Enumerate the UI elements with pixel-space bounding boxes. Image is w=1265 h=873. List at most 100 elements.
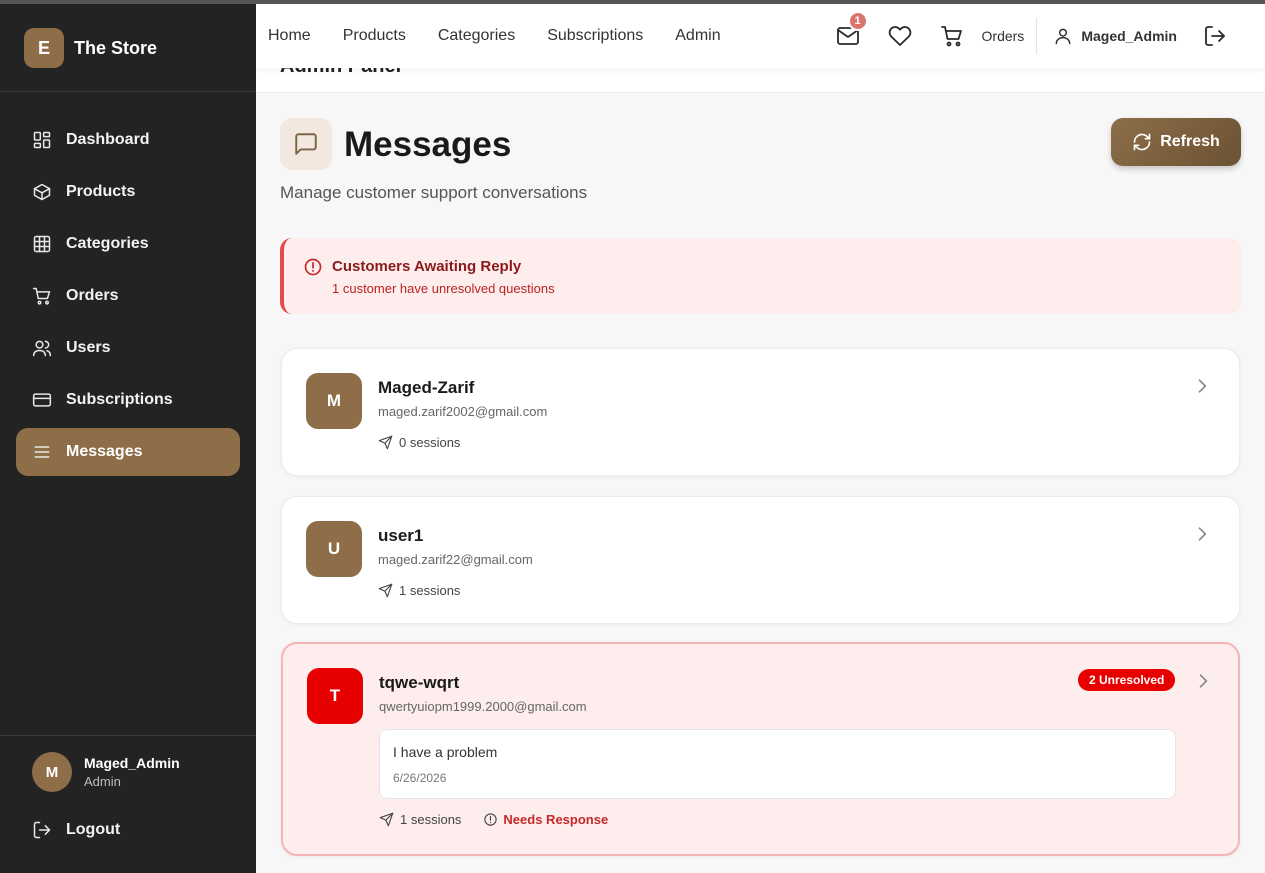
chevron-right-icon [1199,674,1208,688]
sidebar-item-products[interactable]: Products [16,168,240,216]
conversation-card-unresolved[interactable]: T tqwe-wqrt qwertyuiopm1999.2000@gmail.c… [281,642,1240,856]
send-icon [378,435,393,450]
main-content: Messages Manage customer support convers… [256,93,1265,873]
nav-separator [1036,18,1038,54]
nav-link-home[interactable]: Home [268,27,311,45]
user-icon [1055,28,1071,45]
top-navbar: Home Products Categories Subscriptions A… [256,0,1265,68]
conversation-card[interactable]: U user1 maged.zarif22@gmail.com 1 sessio… [281,496,1240,624]
panel-title: Admin Panel [280,68,401,78]
status-label: Needs Response [503,812,609,827]
logout-icon-button[interactable] [1201,22,1229,50]
sidebar-item-dashboard[interactable]: Dashboard [16,116,240,164]
brand[interactable]: E The Store [24,28,157,68]
top-right-actions: 1 Orders Maged_Admin [834,4,1265,68]
sidebar-username: Maged_Admin [84,755,180,771]
refresh-icon [1133,133,1151,151]
customer-name: user1 [378,526,424,545]
avatar: T [307,668,363,724]
customer-name: tqwe-wqrt [379,673,460,692]
mail-badge: 1 [847,11,868,31]
awaiting-reply-alert: Customers Awaiting Reply 1 customer have… [280,238,1241,314]
cart-icon [940,26,962,47]
session-count-label: 0 sessions [399,435,461,450]
nav-link-subscriptions[interactable]: Subscriptions [547,27,643,45]
dashboard-icon [33,131,51,149]
sidebar-item-label: Messages [66,443,143,460]
sidebar-item-subscriptions[interactable]: Subscriptions [16,376,240,424]
sidebar-item-label: Users [66,339,111,356]
customer-email: maged.zarif2002@gmail.com [378,404,548,419]
alert-title: Customers Awaiting Reply [332,258,522,275]
sidebar-nav: Dashboard Products Categories Orders Use… [16,116,240,480]
sidebar-top-border [0,0,256,4]
wishlist-button[interactable] [886,22,914,50]
cart-icon [32,287,51,305]
sidebar-item-label: Categories [66,235,149,252]
user-menu[interactable]: Maged_Admin [1053,26,1177,46]
last-message-date: 6/26/2026 [393,771,447,785]
customer-name: Maged-Zarif [378,378,475,397]
send-icon [378,583,393,598]
needs-response-status: Needs Response [483,812,608,827]
brand-name: The Store [74,37,158,58]
sidebar-item-label: Dashboard [66,131,150,148]
nav-link-categories[interactable]: Categories [438,27,515,45]
session-count-label: 1 sessions [399,583,461,598]
alert-circle-icon [304,258,322,276]
unresolved-badge: 2 Unresolved [1078,669,1176,691]
message-square-icon [295,133,317,155]
alert-circle-icon [484,813,498,826]
orders-link[interactable]: Orders [982,28,1025,44]
logout-icon [1205,26,1225,46]
messages-header-icon [280,118,332,170]
nav-link-products[interactable]: Products [343,27,406,45]
cart-button[interactable] [938,22,966,50]
mail-button[interactable]: 1 [834,11,868,50]
refresh-button[interactable]: Refresh [1111,118,1241,166]
alert-description: 1 customer have unresolved questions [332,281,555,296]
sidebar-divider [0,91,256,92]
logout-icon [33,821,51,839]
sidebar-item-messages[interactable]: Messages [16,428,240,476]
avatar: M [306,373,362,429]
logout-button[interactable]: Logout [32,820,120,840]
send-icon [379,812,394,827]
grid-icon [33,235,51,253]
sidebar-item-categories[interactable]: Categories [16,220,240,268]
session-count: 1 sessions [378,583,460,598]
users-icon [32,340,52,357]
panel-header-strip: Admin Panel [256,68,1265,93]
session-count: 1 sessions Needs Response [379,812,608,827]
sidebar-divider [0,735,256,736]
sidebar-item-users[interactable]: Users [16,324,240,372]
sidebar: E The Store Dashboard Products Categorie… [0,0,256,873]
session-count-label: 1 sessions [400,812,462,827]
menu-icon [34,446,50,458]
heart-icon [888,26,911,46]
top-nav-links: Home Products Categories Subscriptions A… [268,4,721,68]
chevron-right-icon [1198,527,1207,541]
conversation-card[interactable]: M Maged-Zarif maged.zarif2002@gmail.com … [281,348,1240,476]
box-icon [33,183,51,201]
sidebar-item-orders[interactable]: Orders [16,272,240,320]
avatar: M [32,752,72,792]
brand-logo: E [24,28,64,68]
top-username: Maged_Admin [1081,28,1177,44]
sidebar-item-label: Orders [66,287,119,304]
last-message-text: I have a problem [393,744,498,760]
avatar: U [306,521,362,577]
customer-email: maged.zarif22@gmail.com [378,552,533,567]
logout-label: Logout [66,821,121,838]
last-message-preview: I have a problem 6/26/2026 [379,729,1176,799]
refresh-label: Refresh [1160,133,1220,150]
customer-email: qwertyuiopm1999.2000@gmail.com [379,699,587,714]
sidebar-item-label: Subscriptions [66,391,173,408]
sidebar-item-label: Products [66,183,136,200]
nav-link-admin[interactable]: Admin [675,27,720,45]
page-title: Messages [344,125,512,164]
sidebar-user: M Maged_Admin Admin [32,752,180,792]
credit-card-icon [32,393,52,407]
chevron-right-icon [1198,379,1207,393]
sidebar-user-role: Admin [84,774,121,789]
